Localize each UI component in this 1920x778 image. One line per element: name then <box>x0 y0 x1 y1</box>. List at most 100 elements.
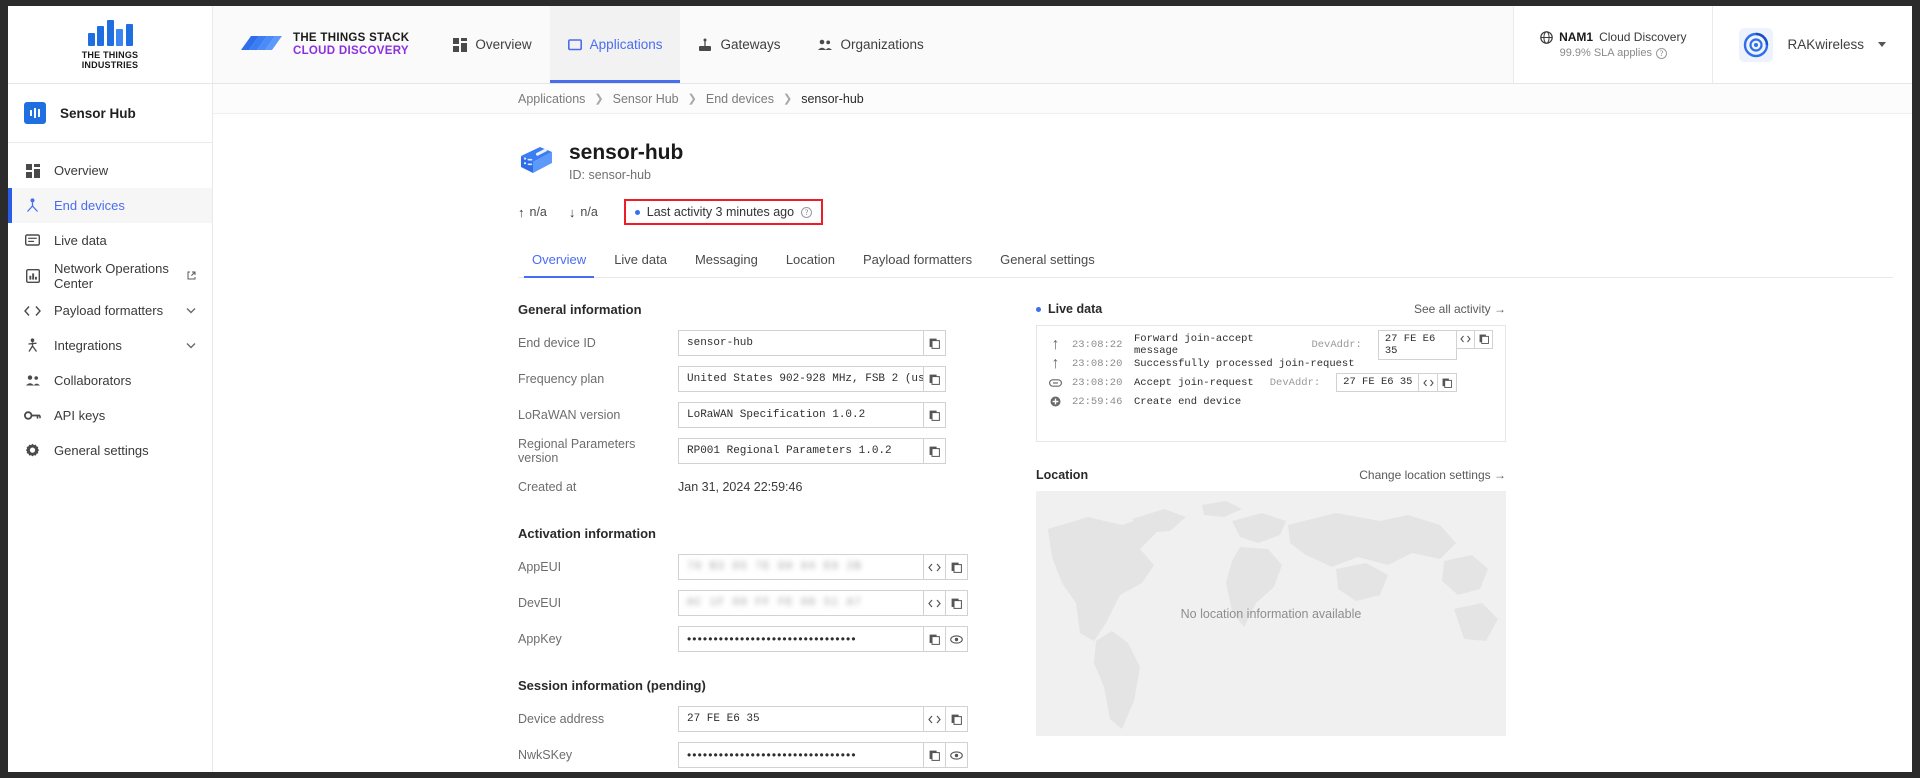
field-control: United States 902-928 MHz, FSB 2 (used b… <box>678 366 946 392</box>
page-body: Sensor Hub Overview End devices Live dat… <box>8 84 1912 772</box>
tab-live-data[interactable]: Live data <box>600 243 681 277</box>
code-icon[interactable] <box>924 590 946 616</box>
copy-icon[interactable] <box>946 590 968 616</box>
device-address-input[interactable]: 27 FE E6 35 <box>678 706 924 732</box>
breadcrumb-item-sensor-hub[interactable]: Sensor Hub <box>613 92 679 106</box>
live-row-value[interactable]: 27 FE E6 35 <box>1336 373 1420 392</box>
field-control: •••••••••••••••••••••••••••••••• <box>678 742 968 768</box>
copy-icon[interactable] <box>946 706 968 732</box>
sidebar-app-name: Sensor Hub <box>60 105 136 121</box>
live-data-title-group: Live data <box>1036 302 1102 316</box>
copy-icon[interactable] <box>924 626 946 652</box>
live-row-key-label: DevAddr: <box>1269 376 1321 389</box>
sidebar-item-integrations[interactable]: Integrations <box>8 328 212 363</box>
see-all-activity-link[interactable]: See all activity → <box>1414 302 1506 316</box>
help-icon[interactable]: ? <box>1655 47 1667 59</box>
topnav-label: Applications <box>589 37 663 52</box>
appkey-input[interactable]: •••••••••••••••••••••••••••••••• <box>687 632 857 646</box>
the-things-industries-logo[interactable]: THE THINGS INDUSTRIES <box>8 6 213 83</box>
copy-icon[interactable] <box>924 438 946 464</box>
live-data-row[interactable]: 23:08:20 Accept join-request DevAddr: 27… <box>1037 373 1505 392</box>
field-label: Frequency plan <box>518 372 605 386</box>
location-header: Location Change location settings → <box>1036 468 1506 482</box>
change-location-settings-link[interactable]: Change location settings → <box>1359 468 1506 482</box>
location-map[interactable]: No location information available <box>1036 491 1506 736</box>
copy-icon[interactable] <box>946 554 968 580</box>
code-icon[interactable] <box>924 706 946 732</box>
breadcrumb-item-applications[interactable]: Applications <box>518 92 585 106</box>
last-activity-text: Last activity 3 minutes ago <box>646 205 795 219</box>
live-row-message: Forward join-accept message <box>1134 332 1254 357</box>
topnav-item-overview[interactable]: Overview <box>435 6 549 83</box>
copy-icon[interactable] <box>924 366 946 392</box>
sidebar-item-api-keys[interactable]: API keys <box>8 398 212 433</box>
breadcrumb-item-end-devices[interactable]: End devices <box>706 92 774 106</box>
tab-location[interactable]: Location <box>772 243 849 277</box>
code-icon[interactable] <box>1457 329 1476 349</box>
sidebar-item-end-devices[interactable]: End devices <box>8 188 212 223</box>
code-icon[interactable] <box>1419 373 1439 392</box>
frequency-plan-input[interactable]: United States 902-928 MHz, FSB 2 (used b… <box>678 366 924 392</box>
field-control: sensor-hub <box>678 330 946 356</box>
brand-line1: THE THINGS STACK <box>293 31 410 44</box>
chevron-down-icon[interactable] <box>186 307 196 314</box>
copy-icon[interactable] <box>1475 329 1493 349</box>
tab-label: Payload formatters <box>862 252 973 267</box>
field-label: Device address <box>518 712 605 726</box>
tab-overview[interactable]: Overview <box>518 243 600 278</box>
key-icon <box>24 410 41 421</box>
copy-icon[interactable] <box>924 742 946 768</box>
sidebar-item-payload-formatters[interactable]: Payload formatters <box>8 293 212 328</box>
copy-icon[interactable] <box>1438 373 1458 392</box>
product-brand[interactable]: THE THINGS STACK CLOUD DISCOVERY <box>213 6 435 83</box>
lorawan-version-input[interactable]: LoRaWAN Specification 1.0.2 <box>678 402 924 428</box>
user-menu[interactable]: RAKwireless <box>1712 6 1912 83</box>
tab-payload-formatters[interactable]: Payload formatters <box>849 243 986 277</box>
tab-general-settings[interactable]: General settings <box>986 243 1109 277</box>
uplink-value: n/a <box>529 205 547 219</box>
sidebar-item-network-operations-center[interactable]: Network Operations Center <box>8 258 212 293</box>
sidebar-item-collaborators[interactable]: Collaborators <box>8 363 212 398</box>
logo-text-line1: THE THINGS <box>81 49 139 60</box>
sidebar-item-live-data[interactable]: Live data <box>8 223 212 258</box>
copy-icon[interactable] <box>924 330 946 356</box>
cluster-info[interactable]: NAM1 Cloud Discovery 99.9% SLA applies ? <box>1513 6 1713 83</box>
uplink-stat: ↑ n/a <box>518 205 547 220</box>
stack-mark-icon <box>239 32 283 58</box>
sidebar: Sensor Hub Overview End devices Live dat… <box>8 84 213 772</box>
help-icon[interactable]: ? <box>801 206 813 218</box>
live-data-row[interactable]: ↑ 23:08:22 Forward join-accept message D… <box>1037 329 1505 360</box>
chevron-down-icon[interactable] <box>186 342 196 349</box>
live-row-value[interactable]: 27 FE E6 35 <box>1377 329 1458 360</box>
nwkskey-input[interactable]: •••••••••••••••••••••••••••••••• <box>687 748 857 762</box>
live-row-time: 23:08:20 <box>1072 376 1123 389</box>
tab-messaging[interactable]: Messaging <box>681 243 772 277</box>
end-device-id-input[interactable]: sensor-hub <box>678 330 924 356</box>
sidebar-item-label: Network Operations Center <box>54 260 169 291</box>
live-data-row[interactable]: 22:59:46 Create end device <box>1037 392 1505 411</box>
copy-icon[interactable] <box>924 402 946 428</box>
uplink-arrow-icon: ↑ <box>1051 335 1060 353</box>
topnav-item-gateways[interactable]: Gateways <box>680 6 798 83</box>
eye-icon[interactable] <box>946 742 968 768</box>
sidebar-item-overview[interactable]: Overview <box>8 153 212 188</box>
sidebar-item-general-settings[interactable]: General settings <box>8 433 212 468</box>
deveui-input[interactable]: AC 1F 09 FF FE 08 51 A7 <box>687 597 862 609</box>
field-control: LoRaWAN Specification 1.0.2 <box>678 402 946 428</box>
app-window: THE THINGS INDUSTRIES THE THINGS STACK C… <box>8 6 1912 772</box>
sla-row: 99.9% SLA applies ? <box>1560 47 1667 59</box>
sidebar-app-header[interactable]: Sensor Hub <box>8 84 212 143</box>
field-lorawan-version: LoRaWAN version LoRaWAN Specification 1.… <box>518 402 1018 428</box>
regional-parameters-input[interactable]: RP001 Regional Parameters 1.0.2 <box>678 438 924 464</box>
topnav-item-organizations[interactable]: Organizations <box>799 6 942 83</box>
application-icon <box>567 38 582 52</box>
chevron-down-icon[interactable] <box>1878 42 1886 47</box>
eye-icon[interactable] <box>946 626 968 652</box>
code-icon[interactable] <box>924 554 946 580</box>
appeui-input[interactable]: 70 B3 D5 7E D0 04 E9 2B <box>687 561 862 573</box>
cluster-suffix: Cloud Discovery <box>1599 30 1687 44</box>
topnav-item-applications[interactable]: Applications <box>549 6 681 83</box>
sidebar-item-label: Live data <box>54 233 107 248</box>
downlink-value: n/a <box>580 205 598 219</box>
sidebar-item-label: General settings <box>54 443 149 458</box>
